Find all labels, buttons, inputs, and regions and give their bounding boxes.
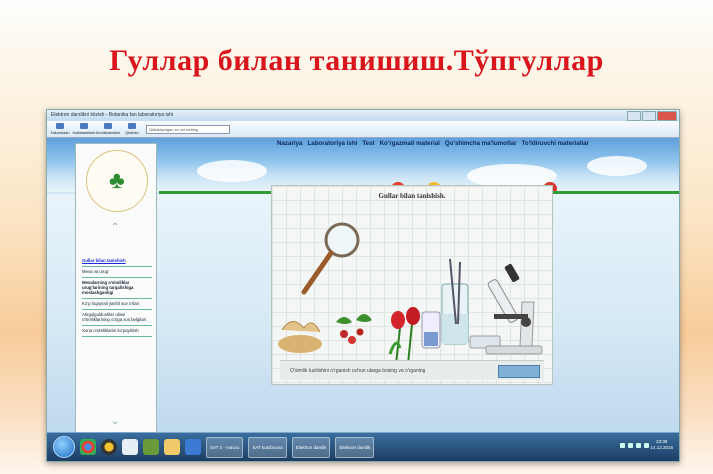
toolbar: Takomlash Kattalashtish Kichiklashtish Q… [47, 121, 679, 138]
wheat-icon[interactable] [278, 321, 322, 353]
panel-next-button[interactable] [498, 365, 540, 378]
network-icon[interactable] [620, 443, 625, 448]
folder-icon[interactable] [164, 439, 180, 455]
berries-icon[interactable] [336, 314, 372, 344]
sidebar-item-fruit-seed[interactable]: Meva va urug' [82, 267, 152, 278]
lab-illustration [278, 222, 543, 365]
sidebar-item-houseplants[interactable]: Xona o'simliklarini ko'paytirish [82, 326, 152, 337]
app-icon[interactable] [101, 439, 117, 455]
media-player-icon[interactable] [185, 439, 201, 455]
sidebar-item-flowers[interactable]: Gullar bilan tanishish [82, 256, 152, 267]
magnifier-icon[interactable] [301, 222, 360, 295]
toolbar-button-search[interactable]: Qidirish [122, 123, 142, 135]
nav-item-extra[interactable]: Qo'shimcha ma'lumotlar [445, 140, 517, 147]
volume-icon[interactable] [628, 443, 633, 448]
home-icon [56, 123, 64, 129]
sidebar-list: Gullar bilan tanishish Meva va urug' Mev… [82, 256, 152, 337]
nav-item-theory[interactable]: Nazariya [277, 140, 302, 147]
app-screenshot: Elektron darslikni ktizish - Botanika fa… [46, 109, 680, 462]
panel-instructions: O'simlik tuzilishini o'rganish uchun ula… [290, 368, 426, 374]
panel-title: Gullar bilan tanishish. [378, 192, 446, 200]
logo: ♣ [86, 150, 148, 212]
taskbar-task[interactable]: SAT kutubxona [248, 436, 287, 458]
nav-item-lab[interactable]: Laboratoriya ishi [307, 140, 357, 147]
close-button[interactable] [657, 111, 677, 121]
lab-panel: Gullar bilan tanishish. O'simlik tuzilis… [271, 185, 553, 385]
system-tray [620, 443, 649, 448]
clock[interactable]: 23:38 14.12.2016 [650, 439, 673, 451]
sidebar-item-algae[interactable]: Ko'p hujayrali yashil suv o'tlari [82, 299, 152, 310]
nav-item-supplementary[interactable]: To'ldiruvchi materiallar [522, 140, 589, 147]
minimize-button[interactable] [627, 111, 641, 121]
search-input[interactable]: Qidirilayotgan so`zni kiriting [146, 124, 230, 134]
tools-icon[interactable] [143, 439, 159, 455]
taskbar-task[interactable]: SAT 2 - mavzu [206, 436, 244, 458]
nav-item-test[interactable]: Test [362, 140, 374, 147]
start-button[interactable] [53, 436, 75, 458]
scroll-down-icon[interactable]: ⌄ [111, 416, 119, 427]
sidebar-item-rosaceae[interactable]: Atirgulguldoshlar oilasi o'simliklarinin… [82, 310, 152, 326]
main-nav: Nazariya Laboratoriya ishi Test Ko'rgazm… [277, 140, 589, 147]
window-title: Elektron darslikni ktizish - Botanika fa… [51, 112, 173, 118]
taskbar-task[interactable]: Elektron darslik [335, 436, 375, 458]
sprout-icon: ♣ [109, 167, 125, 194]
toolbar-button-zoom-in[interactable]: Kattalashtish [73, 123, 95, 135]
chrome-icon[interactable] [80, 439, 96, 455]
glassware-icon[interactable] [421, 258, 501, 349]
document-icon[interactable] [122, 439, 138, 455]
slide-title: Гуллар билан танишиш.Тўпгуллар [109, 44, 604, 77]
nav-item-visual[interactable]: Ko'rgazmali material [380, 140, 440, 147]
zoom-in-icon [80, 123, 88, 129]
battery-icon[interactable] [644, 443, 649, 448]
toolbar-button-zoom-out[interactable]: Kichiklashtish [96, 123, 120, 135]
scroll-up-icon[interactable]: ⌃ [111, 222, 119, 233]
panel-footer: O'simlik tuzilishini o'rganish uchun ula… [280, 360, 544, 380]
maximize-button[interactable] [642, 111, 656, 121]
zoom-out-icon [104, 123, 112, 129]
search-icon [128, 123, 136, 129]
toolbar-button-home[interactable]: Takomlash [50, 123, 70, 135]
flag-icon[interactable] [636, 443, 641, 448]
taskbar: SAT 2 - mavzu SAT kutubxona Elektron dar… [47, 432, 679, 461]
taskbar-task[interactable]: Elektron darslik [291, 436, 331, 458]
tulip-icon[interactable] [388, 307, 420, 365]
sidebar: ♣ ⌃ Gullar bilan tanishish Meva va urug'… [75, 143, 157, 435]
sidebar-item-seed-dispersal[interactable]: Mevalarning o'simliklar urug'larining ta… [82, 278, 152, 299]
window-titlebar: Elektron darslikni ktizish - Botanika fa… [47, 110, 679, 121]
